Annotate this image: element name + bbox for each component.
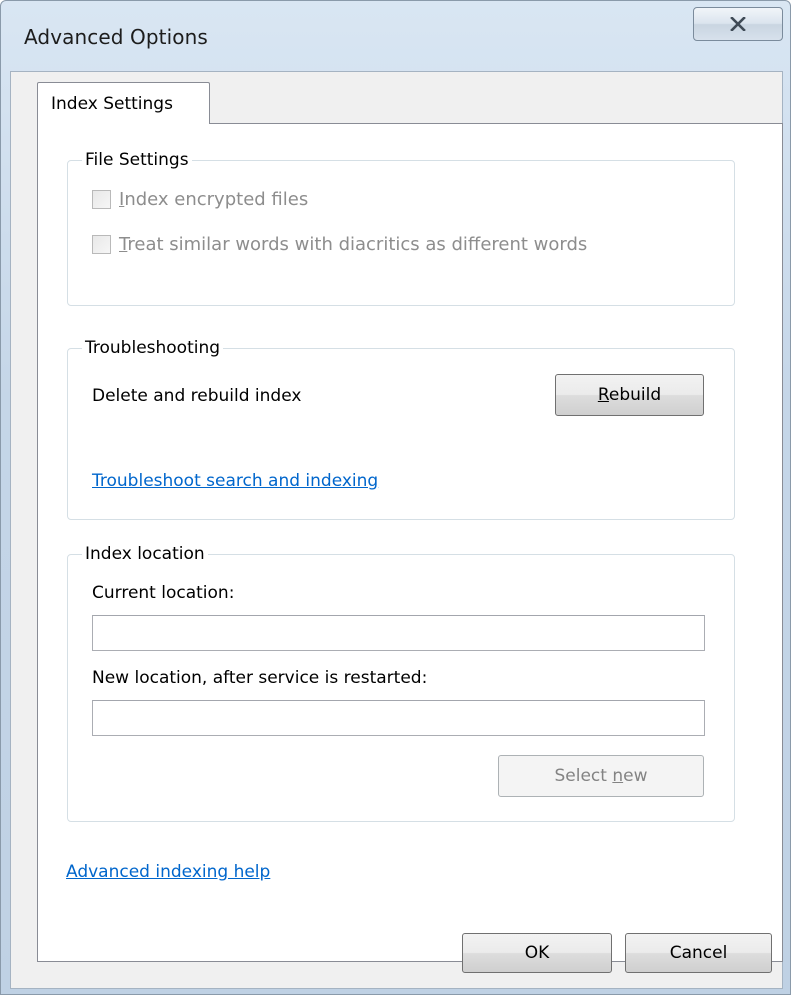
button-label: Rebuild bbox=[597, 385, 662, 405]
group-title: File Settings bbox=[82, 148, 192, 172]
group-title: Troubleshooting bbox=[82, 336, 224, 360]
advanced-indexing-help-link[interactable]: Advanced indexing help bbox=[66, 862, 270, 882]
checkbox-label: Index encrypted files bbox=[119, 189, 309, 210]
rebuild-index-label: Delete and rebuild index bbox=[92, 386, 302, 406]
treat-diacritics-option[interactable]: Treat similar words with diacritics as d… bbox=[92, 234, 587, 255]
close-icon bbox=[730, 17, 746, 31]
advanced-options-window: Advanced Options Index Settings File Set… bbox=[0, 0, 791, 995]
group-title: Index location bbox=[82, 542, 208, 566]
troubleshooting-group: Troubleshooting Delete and rebuild index… bbox=[67, 336, 735, 520]
current-location-field[interactable] bbox=[92, 615, 705, 651]
file-settings-group: File Settings Index encrypted files Trea… bbox=[67, 148, 735, 306]
new-location-field[interactable] bbox=[92, 700, 705, 736]
ok-button[interactable]: OK bbox=[462, 933, 612, 973]
current-location-label: Current location: bbox=[92, 583, 235, 603]
index-encrypted-files-checkbox[interactable] bbox=[92, 190, 111, 209]
troubleshoot-search-link[interactable]: Troubleshoot search and indexing bbox=[92, 471, 378, 491]
window-title: Advanced Options bbox=[24, 25, 208, 49]
index-location-group: Index location Current location: New loc… bbox=[67, 542, 735, 822]
tab-index-settings[interactable]: Index Settings bbox=[37, 82, 210, 124]
cancel-button[interactable]: Cancel bbox=[625, 933, 772, 973]
new-location-label: New location, after service is restarted… bbox=[92, 668, 428, 688]
close-button[interactable] bbox=[693, 7, 783, 41]
button-label: Select new bbox=[554, 766, 648, 786]
tab-page-index-settings: File Settings Index encrypted files Trea… bbox=[37, 123, 783, 962]
checkbox-label: Treat similar words with diacritics as d… bbox=[119, 234, 588, 255]
treat-diacritics-checkbox[interactable] bbox=[92, 235, 111, 254]
index-encrypted-files-option[interactable]: Index encrypted files bbox=[92, 189, 308, 210]
tab-label: Index Settings bbox=[51, 94, 173, 114]
rebuild-button[interactable]: Rebuild bbox=[555, 374, 704, 416]
title-bar[interactable]: Advanced Options bbox=[1, 1, 790, 73]
select-new-button[interactable]: Select new bbox=[498, 755, 704, 797]
dialog-client-area: Index Settings File Settings Index encry… bbox=[10, 71, 783, 989]
